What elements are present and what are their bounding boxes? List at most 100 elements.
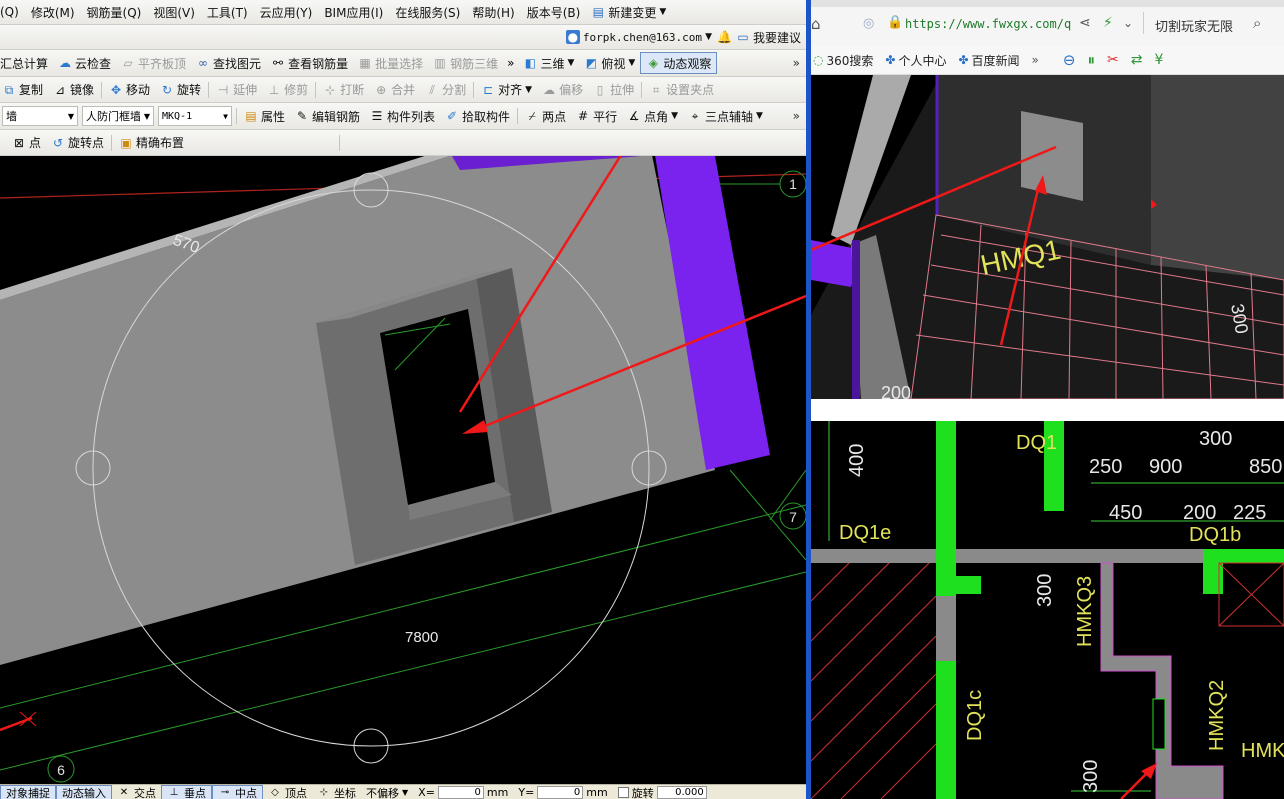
home-icon[interactable]: ⌂ bbox=[811, 15, 821, 33]
status-midpoint[interactable]: ⊸ 中点 bbox=[212, 785, 263, 799]
toolbar-point-button[interactable]: ⊠ 点 bbox=[0, 133, 46, 153]
zoom-out-icon[interactable]: ⊖ bbox=[1057, 51, 1082, 69]
reference-image-3d: HMQ1 300 200 bbox=[811, 75, 1284, 399]
menu-cloud[interactable]: 云应用(Y) bbox=[254, 2, 319, 22]
rotate-checkbox[interactable] bbox=[617, 787, 629, 798]
toolbar-copy-button[interactable]: ⧉ 复制 bbox=[0, 80, 48, 100]
menu-help[interactable]: 帮助(H) bbox=[466, 2, 520, 22]
menu-partial[interactable]: (Q) bbox=[0, 2, 25, 22]
toolbar-break-button[interactable]: ⊹ 打断 bbox=[318, 80, 369, 100]
suggest-button[interactable]: ▭ 我要建议 bbox=[731, 27, 806, 47]
view-top-label: 俯视 bbox=[601, 56, 626, 71]
toolbar-overflow-icon[interactable]: » bbox=[503, 56, 518, 70]
status-coordinate[interactable]: ⊹ 坐标 bbox=[312, 786, 361, 799]
view-3d-dropdown[interactable]: ◧ 三维 ▼ bbox=[518, 53, 579, 73]
menu-version[interactable]: 版本号(B) bbox=[521, 2, 587, 22]
image1-wall-right bbox=[1151, 75, 1284, 280]
new-change-label: 新建变更 bbox=[608, 5, 657, 20]
toolbar-view-rebar-label: 查看钢筋量 bbox=[288, 56, 349, 71]
status-object-snap[interactable]: 对象捕捉 bbox=[0, 785, 56, 799]
status-intersection[interactable]: ✕ 交点 bbox=[112, 786, 161, 799]
url-field[interactable]: https://www.fwxgx.com/q bbox=[905, 17, 1071, 31]
toolbar-stretch-button[interactable]: ▯ 拉伸 bbox=[588, 80, 639, 100]
toolbar-batch-select-button[interactable]: ▦ 批量选择 bbox=[353, 53, 428, 73]
toolbar-two-point-label: 两点 bbox=[542, 109, 567, 124]
toolbar-grip-button[interactable]: ⌗ 设置夹点 bbox=[644, 80, 719, 100]
y-input[interactable]: 0 bbox=[537, 786, 584, 799]
toolbar-rotate-button[interactable]: ↻ 旋转 bbox=[155, 80, 206, 100]
toolbar-pick-button[interactable]: ✐ 拾取构件 bbox=[440, 106, 515, 126]
toolbar-component-list-button[interactable]: ☰ 构件列表 bbox=[365, 106, 440, 126]
toolbar-properties-button[interactable]: ▤ 属性 bbox=[239, 106, 290, 126]
toolbar-view-rebar-button[interactable]: ⚯ 查看钢筋量 bbox=[266, 53, 353, 73]
menu-bim[interactable]: BIM应用(I) bbox=[318, 2, 389, 22]
toolbar-offset-button[interactable]: ☁ 偏移 bbox=[537, 80, 588, 100]
toolbar-parallel-button[interactable]: # 平行 bbox=[571, 106, 622, 126]
search-icon[interactable]: ⌕ bbox=[1253, 14, 1261, 32]
account-button[interactable]: ● forpk.chen@163.com ▼ bbox=[561, 27, 717, 47]
scissors-icon[interactable]: ✂ bbox=[1101, 52, 1125, 68]
status-vertex[interactable]: ◇ 顶点 bbox=[263, 786, 312, 799]
image2-green-wall-1 bbox=[936, 421, 956, 596]
toolbar-extend-button[interactable]: ⊣ 延伸 bbox=[211, 80, 262, 100]
favorite-baidu-news[interactable]: ✤ 百度新闻 bbox=[952, 52, 1025, 69]
toolbar-cloud-check-button[interactable]: ☁ 云检查 bbox=[53, 53, 116, 73]
toolbar-point-angle-button[interactable]: ∡ 点角 ▼ bbox=[622, 106, 683, 126]
toolbar-move-button[interactable]: ✥ 移动 bbox=[104, 80, 155, 100]
bell-icon[interactable]: 🔔 bbox=[717, 30, 732, 44]
toolbar-trim-button[interactable]: ⊥ 修剪 bbox=[262, 80, 313, 100]
translate-icon[interactable]: ⇄ bbox=[1125, 52, 1149, 68]
view-top-dropdown[interactable]: ◩ 俯视 ▼ bbox=[579, 53, 640, 73]
toolbar-rotate-point-button[interactable]: ↺ 旋转点 bbox=[46, 133, 109, 153]
toolbar-align-button[interactable]: ⊏ 对齐 ▼ bbox=[476, 80, 537, 100]
account-bar: ● forpk.chen@163.com ▼ 🔔 ▭ 我要建议 bbox=[0, 25, 806, 50]
x-input[interactable]: 0 bbox=[437, 786, 484, 799]
toolbar-properties-label: 属性 bbox=[261, 109, 286, 124]
toolbar-split-button[interactable]: ⫽ 分割 bbox=[420, 80, 471, 100]
new-change-button[interactable]: ▤ 新建变更 ▼ bbox=[586, 2, 671, 22]
menu-modify[interactable]: 修改(M) bbox=[25, 2, 81, 22]
lightning-icon[interactable]: ⚡ bbox=[1103, 15, 1113, 31]
favorite-personal-center[interactable]: ✤ 个人中心 bbox=[879, 52, 952, 69]
dynamic-observe-button[interactable]: ◈ 动态观察 bbox=[640, 52, 718, 74]
offset-select[interactable]: 不偏移 ▼ bbox=[361, 786, 413, 799]
status-perpendicular[interactable]: ⊥ 垂点 bbox=[161, 785, 212, 799]
share-icon[interactable]: ⋖ bbox=[1079, 15, 1091, 31]
parallel-icon: # bbox=[578, 109, 589, 123]
toolbar-precise-layout-button[interactable]: ▣ 精确布置 bbox=[114, 133, 189, 153]
code-select[interactable]: MKQ-1 ▼ bbox=[158, 106, 232, 126]
rotate-input[interactable]: 0.000 bbox=[656, 786, 707, 799]
status-dynamic-input[interactable]: 动态输入 bbox=[56, 785, 112, 799]
toolbar-precise-layout-label: 精确布置 bbox=[136, 136, 185, 150]
toolbar-edit-rebar-button[interactable]: ✎ 编辑钢筋 bbox=[290, 106, 365, 126]
chevron-down-icon[interactable]: ⌄ bbox=[1123, 16, 1133, 30]
pause-icon[interactable]: ⏸ bbox=[1081, 51, 1101, 69]
menu-tools[interactable]: 工具(T) bbox=[201, 2, 254, 22]
toolbar-find-element-button[interactable]: ∞ 查找图元 bbox=[191, 53, 266, 73]
menu-view[interactable]: 视图(V) bbox=[147, 2, 201, 22]
type-select[interactable]: 墙 ▼ bbox=[2, 106, 78, 126]
toolbar-mirror-button[interactable]: ⊿ 镜像 bbox=[48, 80, 99, 100]
toolbar-rebar-3d-button[interactable]: ▥ 钢筋三维 bbox=[428, 53, 503, 73]
pick-icon: ✐ bbox=[447, 109, 458, 123]
menu-rebar-quantity[interactable]: 钢筋量(Q) bbox=[81, 2, 148, 22]
toolbar-merge-button[interactable]: ⊕ 合并 bbox=[369, 80, 420, 100]
chevron-down-icon: ▼ bbox=[402, 788, 409, 797]
favorite-360-search[interactable]: ◌ 360搜索 bbox=[811, 52, 879, 69]
search-box[interactable]: 切割玩家无限 bbox=[1155, 16, 1233, 35]
toolbar-more-icon[interactable]: » bbox=[793, 109, 800, 123]
toolbar-calc-button[interactable]: 汇总计算 bbox=[0, 53, 53, 73]
favorites-overflow-icon[interactable]: » bbox=[1026, 53, 1045, 67]
toolbar-more-icon[interactable]: » bbox=[793, 56, 800, 70]
status-bar: 对象捕捉 动态输入 ✕ 交点 ⊥ 垂点 ⊸ 中点 ◇ 顶点 ⊹ 坐标 不偏移 ▼ X= 0 mm… bbox=[0, 784, 806, 799]
toolbar-flush-slab-button[interactable]: ▱ 平齐板顶 bbox=[116, 53, 191, 73]
category-select[interactable]: 人防门框墙 ▼ bbox=[82, 106, 154, 126]
menu-online[interactable]: 在线服务(S) bbox=[389, 2, 466, 22]
top-view-icon: ◩ bbox=[585, 56, 598, 70]
toolbar-three-point-axis-button[interactable]: ⌖ 三点辅轴 ▼ bbox=[683, 106, 768, 126]
image2-gray-wall-1 bbox=[936, 596, 956, 661]
toolbar-two-point-button[interactable]: ⌿ 两点 bbox=[520, 106, 571, 126]
status-intersection-label: 交点 bbox=[134, 786, 156, 799]
toolbar-component: 墙 ▼ 人防门框墙 ▼ MKQ-1 ▼ ▤ 属性 ✎ 编辑钢筋 ☰ 构件列表 ✐ 拾取构件 ⌿… bbox=[0, 103, 806, 130]
yen-icon[interactable]: ¥ bbox=[1148, 52, 1169, 68]
